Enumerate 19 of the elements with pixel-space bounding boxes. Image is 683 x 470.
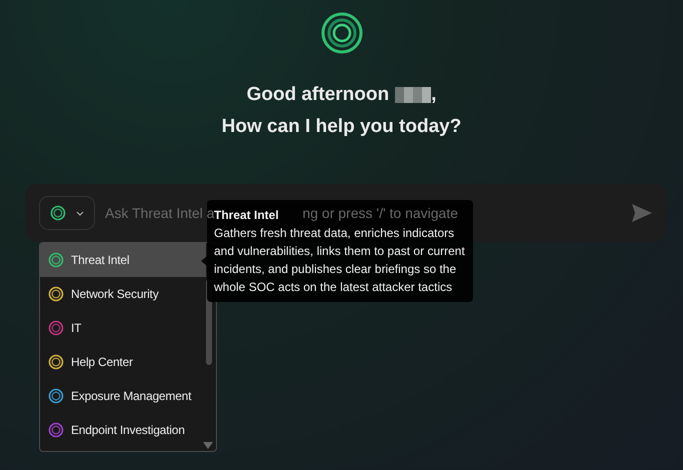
agent-ring-icon	[50, 205, 66, 221]
greeting-punctuation: ,	[431, 83, 436, 107]
agent-option[interactable]: Network Security	[40, 277, 206, 311]
agent-option[interactable]: Exposure Management	[40, 379, 206, 413]
send-icon[interactable]	[631, 203, 653, 223]
agent-option[interactable]: Help Center	[40, 345, 206, 379]
tooltip-text: Gathers fresh threat data, enriches indicators and vulnerabilities, links them to past or current incidents, and publishes clear briefings so the whole SOC acts on the latest attacker tactics	[214, 225, 466, 296]
scroll-down-icon[interactable]	[203, 442, 213, 449]
agent-selector[interactable]	[39, 196, 95, 230]
agent-option[interactable]: Endpoint Investigation	[40, 413, 206, 447]
tooltip-title: Threat Intel	[214, 207, 279, 224]
redacted-name	[395, 87, 432, 103]
agent-option[interactable]: IT	[40, 311, 206, 345]
logo-icon	[320, 11, 364, 55]
prompt-placeholder[interactable]: ng or press '/' to navigate	[302, 205, 458, 221]
greeting-text: Good afternoon	[246, 83, 390, 107]
greeting-question: How can I help you today?	[222, 115, 462, 139]
agent-option[interactable]: Threat Intel	[40, 243, 206, 277]
chevron-down-icon	[76, 210, 84, 216]
